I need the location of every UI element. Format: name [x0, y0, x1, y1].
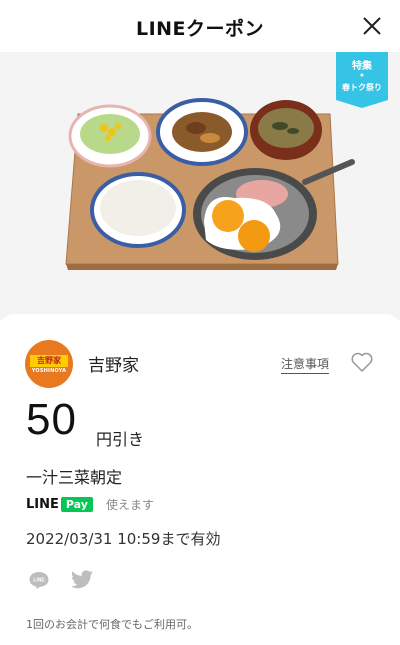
discount-unit: 円引き: [96, 430, 145, 449]
svg-text:LINE: LINE: [33, 578, 45, 584]
brand-logo-text: 吉野家: [30, 355, 68, 367]
line-pay-logo-line: LINE: [26, 497, 59, 512]
line-pay-logo-pay: Pay: [60, 497, 93, 512]
brand-name: 吉野家: [88, 356, 139, 376]
line-pay-usable: 使えます: [106, 498, 155, 512]
page-title: LINEクーポン: [135, 18, 265, 40]
app-header: LINEクーポン: [0, 0, 400, 53]
badge-tail: [336, 100, 388, 108]
badge-title: 特集: [352, 61, 372, 72]
coupon-item: 一汁三菜朝定: [26, 468, 123, 487]
badge-subtitle: 春トク祭り: [342, 83, 382, 92]
brand-logo-sub: YOSHINOYA: [31, 368, 67, 374]
notes-link[interactable]: 注意事項: [281, 355, 330, 374]
validity-text: 2022/03/31 10:59まで有効: [26, 530, 221, 548]
line-icon[interactable]: LINE: [28, 570, 50, 590]
badge-star: ★: [359, 72, 365, 79]
line-pay-row: LINE Pay 使えます: [26, 494, 155, 512]
footnote-text: 1回のお会計で何食でもご利用可。: [26, 618, 198, 631]
brand-logo: 吉野家 YOSHINOYA: [25, 340, 73, 388]
heart-icon[interactable]: [350, 351, 374, 373]
coupon-image: 特集 ★ 春トク祭り: [0, 52, 400, 320]
twitter-icon[interactable]: [70, 570, 94, 590]
feature-badge: 特集 ★ 春トク祭り: [336, 52, 388, 100]
close-icon[interactable]: [360, 14, 384, 38]
discount-amount: 50: [26, 395, 77, 444]
